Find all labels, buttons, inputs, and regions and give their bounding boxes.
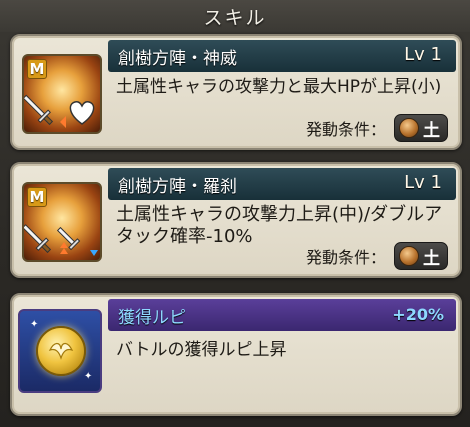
element-label: 土 [423,248,440,269]
header-title: スキル [203,6,267,29]
condition-label: 発動条件： [305,120,386,139]
earth-element-badge: 土 [394,114,448,142]
magna-sword-heart-icon: M [22,54,102,134]
skill-description: 土属性キャラの攻撃力と最大HPが上昇(小) [116,77,442,97]
activation-condition: 発動条件： 土 [306,242,448,270]
skill-level: Lv 1 [404,44,442,65]
header: スキル [0,0,470,32]
earth-element-icon [399,118,419,138]
earth-element-icon [399,246,419,266]
skill-card[interactable]: M 創樹方陣・羅刹 Lv 1 土属性キャラの攻撃力上昇(中)/ダブルアタック確率… [10,162,462,278]
skill-card[interactable]: M 創樹方陣・神威 Lv 1 土属性キャラの攻撃力と最大HPが上昇(小) 発動条… [10,34,462,150]
rupie-bonus-card[interactable]: ✦ ✦ 獲得ルピ +20% バトルの獲得ルピ上昇 [10,293,462,416]
coin-icon [36,326,86,376]
magna-sword-arrows-icon: M [22,182,102,262]
skill-screen: スキル M 創樹方陣・神威 Lv 1 土属性キャラの攻撃力と最大HPが上昇(小) [0,0,470,427]
skill-name: 創樹方陣・神威 [118,49,237,69]
rupie-bonus: +20% [392,305,444,324]
skill-level: Lv 1 [404,172,442,193]
skill-title-bar: 創樹方陣・羅刹 Lv 1 [108,168,456,200]
rupie-name: 獲得ルピ [118,308,186,328]
rupie-title-bar: 獲得ルピ +20% [108,299,456,331]
rupie-description: バトルの獲得ルピ上昇 [116,340,287,360]
element-label: 土 [423,120,440,141]
earth-element-badge: 土 [394,242,448,270]
skill-title-bar: 創樹方陣・神威 Lv 1 [108,40,456,72]
rupie-coin-icon: ✦ ✦ [18,309,102,393]
sparkle-icon: ✦ [84,371,93,382]
activation-condition: 発動条件： 土 [306,114,448,142]
skill-name: 創樹方陣・羅刹 [118,177,237,197]
condition-label: 発動条件： [305,248,386,267]
